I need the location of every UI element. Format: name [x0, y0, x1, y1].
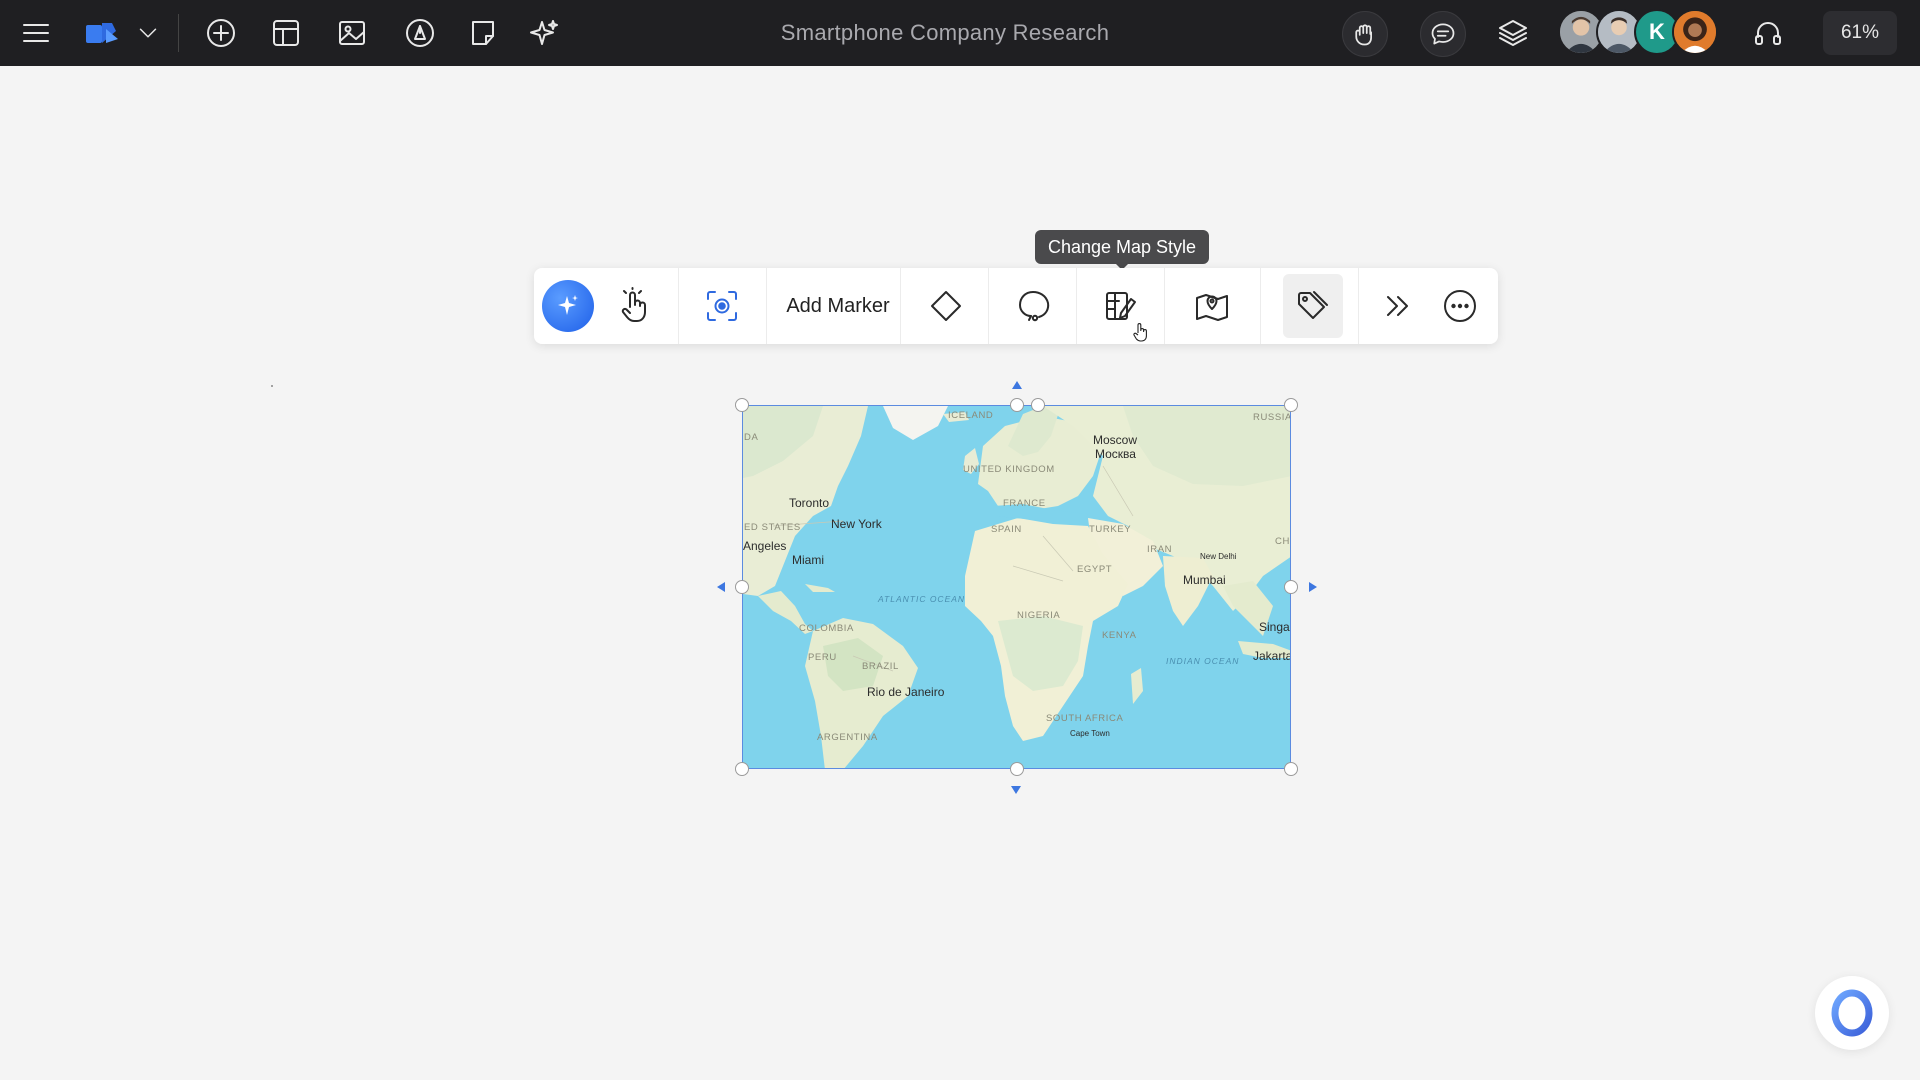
map-label: ICELAND	[948, 410, 994, 421]
map-label: Rio de Janeiro	[867, 685, 945, 699]
sparkle-icon	[558, 295, 578, 315]
tag-icon	[1298, 291, 1328, 319]
hand-icon	[1355, 24, 1372, 46]
map-label: CHI	[1275, 536, 1290, 547]
toolbar-divider	[766, 268, 767, 344]
zoom-level[interactable]: 61%	[1823, 11, 1897, 55]
lasso-icon	[1019, 291, 1050, 322]
world-map[interactable]: ICELAND RUSSIA Moscow Москва UNITED KING…	[742, 405, 1291, 769]
toolbar-divider	[1358, 268, 1359, 344]
hand-cursor-icon	[1133, 323, 1147, 342]
target-focus-icon	[707, 291, 737, 321]
focus-button[interactable]	[694, 274, 750, 338]
map-style-icon	[1106, 292, 1136, 320]
map-label: Jakarta	[1253, 649, 1291, 663]
resize-handle-top[interactable]	[1010, 398, 1024, 412]
rotate-handle[interactable]	[1031, 398, 1045, 412]
interact-button[interactable]	[606, 274, 662, 338]
expand-down-arrow-icon[interactable]	[1011, 786, 1021, 794]
map-label: SPAIN	[991, 524, 1022, 535]
expand-left-arrow-icon[interactable]	[717, 582, 725, 592]
toolbar-divider	[1076, 268, 1077, 344]
toolbar-divider	[678, 268, 679, 344]
map-label: EGYPT	[1077, 564, 1113, 575]
map-label: NIGERIA	[1017, 610, 1061, 621]
chat-bubble-icon	[1431, 23, 1455, 45]
resize-handle-bottom-right[interactable]	[1284, 762, 1298, 776]
map-location-button[interactable]	[1184, 274, 1240, 338]
map-label: Москва	[1095, 447, 1136, 461]
pointer-hand-icon	[621, 287, 646, 322]
map-label: TURKEY	[1089, 524, 1132, 535]
add-marker-button[interactable]: Add Marker	[776, 274, 900, 338]
map-label: ATLANTIC OCEAN	[878, 594, 966, 604]
map-label: SOUTH AFRICA	[1046, 713, 1124, 724]
avatar-initial: K	[1649, 19, 1665, 44]
map-label: Angeles	[743, 539, 787, 553]
map-label: Cape Town	[1070, 729, 1110, 738]
map-label: ED STATES	[744, 522, 801, 533]
double-chevron-right-icon	[1387, 296, 1408, 316]
map-background	[743, 406, 1290, 768]
eraser-button[interactable]	[918, 274, 974, 338]
resize-handle-bottom[interactable]	[1010, 762, 1024, 776]
map-label: COLOMBIA	[799, 623, 854, 634]
avatar[interactable]	[1672, 9, 1718, 55]
map-label: New Delhi	[1200, 552, 1237, 561]
resize-handle-left[interactable]	[735, 580, 749, 594]
map-label: DA	[744, 432, 759, 443]
map-label: Singa	[1259, 620, 1290, 634]
map-label: ARGENTINA	[817, 732, 878, 743]
more-horizontal-icon	[1444, 290, 1476, 322]
hand-raise-button[interactable]	[1342, 11, 1388, 57]
top-bar: Smartphone Company Research K 61%	[0, 0, 1920, 66]
toolbar-divider	[1260, 268, 1261, 344]
expand-up-arrow-icon[interactable]	[1012, 381, 1022, 389]
toolbar-divider	[1164, 268, 1165, 344]
resize-handle-bottom-left[interactable]	[735, 762, 749, 776]
map-label: INDIAN OCEAN	[1166, 656, 1240, 666]
resize-handle-top-right[interactable]	[1284, 398, 1298, 412]
canvas-dot	[271, 385, 273, 387]
tooltip: Change Map Style	[1035, 230, 1209, 270]
more-options-button[interactable]	[1432, 274, 1488, 338]
map-label: BRAZIL	[862, 661, 899, 672]
resize-handle-top-left[interactable]	[735, 398, 749, 412]
assistant-logo-icon	[1831, 989, 1873, 1037]
eraser-icon	[931, 291, 961, 321]
map-toolbar: Add Marker	[534, 268, 1498, 344]
map-label: Toronto	[789, 496, 830, 510]
map-pin-icon	[1196, 294, 1228, 321]
map-label: Moscow	[1093, 433, 1138, 447]
assistant-button[interactable]	[1815, 976, 1889, 1050]
resize-handle-right[interactable]	[1284, 580, 1298, 594]
map-label: KENYA	[1102, 630, 1137, 641]
labels-button[interactable]	[1283, 274, 1343, 338]
ai-assistant-button[interactable]	[540, 274, 596, 338]
map-label: Mumbai	[1183, 573, 1226, 587]
collaborator-avatars[interactable]: K	[1558, 9, 1724, 57]
comments-button[interactable]	[1420, 11, 1466, 57]
toolbar-divider	[900, 268, 901, 344]
headphones-icon[interactable]	[1748, 13, 1788, 53]
map-widget[interactable]: ICELAND RUSSIA Moscow Москва UNITED KING…	[717, 381, 1317, 794]
layers-icon[interactable]	[1493, 12, 1533, 52]
map-label: IRAN	[1147, 544, 1173, 555]
expand-button[interactable]	[1372, 274, 1422, 338]
map-label: RUSSIA	[1253, 412, 1291, 423]
map-label: PERU	[808, 652, 837, 663]
map-label: New York	[831, 517, 882, 531]
map-label: Miami	[792, 553, 824, 567]
map-label: UNITED KINGDOM	[963, 464, 1055, 475]
map-label: FRANCE	[1003, 498, 1046, 509]
lasso-button[interactable]	[1006, 274, 1062, 338]
expand-right-arrow-icon[interactable]	[1309, 582, 1317, 592]
toolbar-divider	[988, 268, 989, 344]
